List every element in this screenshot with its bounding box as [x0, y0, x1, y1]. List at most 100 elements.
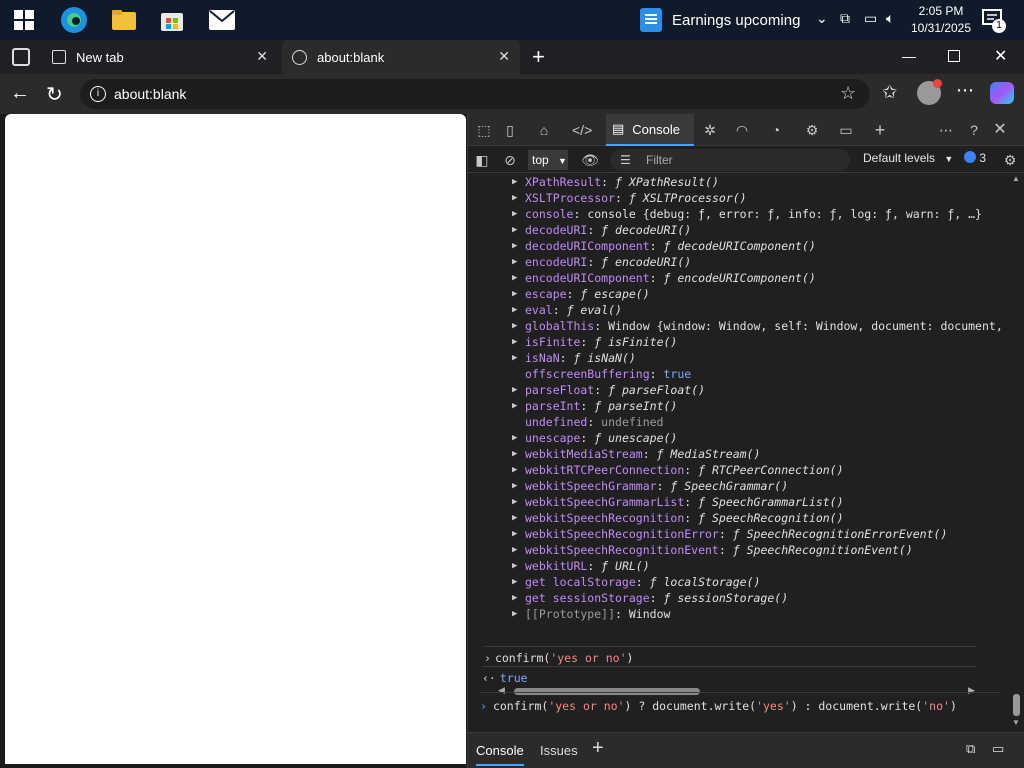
log-sep: : [642, 447, 657, 461]
inspect-element-icon[interactable]: ⬚ [474, 120, 494, 140]
sources-bug-icon[interactable]: ✲ [700, 120, 720, 140]
close-devtools-icon[interactable]: ✕ [990, 120, 1010, 140]
expand-triangle-icon[interactable]: ▶ [512, 318, 517, 334]
expand-triangle-icon[interactable]: ▶ [512, 350, 517, 366]
expand-triangle-icon[interactable]: ▶ [512, 174, 517, 190]
tab-console[interactable]: ▤ Console [606, 114, 694, 146]
chevron-up-icon[interactable]: ⌄ [816, 10, 828, 27]
log-sep: : [594, 383, 609, 397]
notification-icon[interactable]: 1 [982, 9, 1006, 33]
expand-triangle-icon[interactable]: ▶ [512, 590, 517, 606]
expand-triangle-icon[interactable]: ▶ [512, 286, 517, 302]
expand-triangle-icon[interactable]: ▶ [512, 478, 517, 494]
mail-icon[interactable] [206, 4, 238, 36]
expand-triangle-icon[interactable]: ▶ [512, 462, 517, 478]
tab-new-tab[interactable]: New tab ✕ [42, 40, 278, 74]
favorite-star-icon[interactable]: ☆ [840, 83, 856, 104]
log-key: webkitMediaStream [525, 447, 643, 461]
log-property-text: escape: ƒ escape() [525, 286, 650, 302]
issues-counter[interactable]: 3 [964, 151, 986, 165]
clock[interactable]: 2:05 PM 10/31/2025 [908, 3, 974, 37]
expand-triangle-icon[interactable]: ▶ [512, 526, 517, 542]
expand-triangle-icon[interactable]: ▶ [512, 398, 517, 414]
drawer-tab-console[interactable]: Console [476, 743, 524, 766]
new-tab-plus-icon[interactable]: + [532, 44, 545, 70]
context-select[interactable]: top ▼ [528, 150, 568, 170]
close-window-icon[interactable]: ✕ [994, 46, 1007, 66]
expand-triangle-icon[interactable]: ▶ [512, 334, 517, 350]
console-settings-gear-icon[interactable]: ⚙ [1000, 150, 1020, 170]
log-property-text: webkitSpeechGrammarList: ƒ SpeechGrammar… [525, 494, 844, 510]
memory-gear-icon[interactable]: ⚙ [802, 120, 822, 140]
devtools-more-icon[interactable]: ⋯ [936, 120, 956, 140]
log-key: isNaN [525, 351, 560, 365]
live-expression-eye-icon[interactable]: 👁︎ [580, 150, 600, 170]
close-tab-icon[interactable]: ✕ [256, 48, 268, 65]
vertical-scroll-thumb[interactable] [1013, 694, 1020, 716]
vertical-scrollbar[interactable]: ▲ ▼ [1008, 174, 1024, 729]
store-icon[interactable] [156, 4, 188, 36]
sidebar-toggle-icon[interactable]: ◧ [472, 150, 492, 170]
clear-console-icon[interactable]: ⊘ [500, 150, 520, 170]
expand-triangle-icon[interactable]: ▶ [512, 542, 517, 558]
log-levels-dropdown[interactable]: Default levels ▼ [863, 151, 953, 165]
more-menu-icon[interactable]: ⋯ [956, 80, 975, 101]
news-widget[interactable]: Earnings upcoming [640, 4, 800, 36]
help-icon[interactable]: ? [964, 120, 984, 140]
scroll-down-icon[interactable]: ▼ [1012, 718, 1020, 727]
profile-avatar[interactable] [917, 79, 942, 105]
expand-triangle-icon[interactable]: ▶ [512, 510, 517, 526]
expand-triangle-icon[interactable]: ▶ [512, 494, 517, 510]
input-chevron-icon: › [484, 651, 491, 665]
log-key: get localStorage [525, 575, 636, 589]
page-viewport[interactable] [5, 114, 466, 764]
log-property-text: webkitSpeechRecognitionEvent: ƒ SpeechRe… [525, 542, 913, 558]
address-bar[interactable]: i about:blank ☆ [80, 79, 870, 109]
expand-triangle-icon[interactable]: ▶ [512, 382, 517, 398]
expand-triangle-icon[interactable]: ▶ [512, 206, 517, 222]
expand-triangle-icon[interactable]: ▶ [512, 238, 517, 254]
performance-icon[interactable]: ◔ [766, 120, 786, 140]
windows-start-icon[interactable] [8, 4, 40, 36]
scroll-up-icon[interactable]: ▲ [1012, 174, 1020, 183]
expand-triangle-icon[interactable]: ▶ [512, 606, 517, 622]
minimize-icon[interactable]: — [902, 48, 916, 64]
application-icon[interactable]: ▭ [836, 120, 856, 140]
expand-triangle-icon[interactable]: ▶ [512, 574, 517, 590]
console-prompt-input[interactable]: › confirm('yes or no') ? document.write('… [480, 692, 1000, 714]
close-tab-icon[interactable]: ✕ [498, 48, 510, 65]
restore-icon[interactable] [948, 50, 960, 62]
expand-triangle-icon[interactable]: ▶ [512, 302, 517, 318]
tab-about-blank[interactable]: about:blank ✕ [282, 40, 520, 74]
refresh-icon[interactable]: ↻ [46, 82, 63, 107]
info-icon[interactable]: i [90, 86, 106, 102]
back-arrow-icon[interactable]: ← [10, 82, 30, 105]
expand-triangle-icon[interactable]: ▶ [512, 270, 517, 286]
edge-browser-icon[interactable] [58, 4, 90, 36]
dock-drawer-icon[interactable]: ⧉ [966, 741, 975, 757]
welcome-home-icon[interactable]: ⌂ [534, 120, 554, 140]
favorites-icon[interactable]: ✩ [882, 82, 897, 103]
meet-now-icon[interactable]: ⧉ [840, 10, 850, 27]
filter-input[interactable]: ☰ Filter [610, 149, 850, 171]
tab-actions-icon[interactable] [12, 48, 30, 66]
console-log-output[interactable]: ▶ XPathResult: ƒ XPathResult() ▶ XSLTProces… [468, 174, 1008, 642]
device-emulation-icon[interactable]: ▯ [500, 120, 520, 140]
more-tools-plus-icon[interactable]: + [870, 120, 890, 140]
copilot-icon[interactable] [990, 82, 1014, 104]
file-explorer-icon[interactable] [108, 4, 140, 36]
network-wifi-icon[interactable]: ◠ [732, 120, 752, 140]
expand-triangle-icon[interactable]: ▶ [512, 254, 517, 270]
expand-triangle-icon[interactable]: ▶ [512, 446, 517, 462]
expand-triangle-icon[interactable]: ▶ [512, 430, 517, 446]
expand-triangle-icon[interactable]: ▶ [512, 222, 517, 238]
expand-triangle-icon[interactable]: ▶ [512, 190, 517, 206]
volume-muted-icon[interactable]: 🔈︎ [886, 10, 894, 27]
expand-triangle-icon[interactable]: ▶ [512, 558, 517, 574]
log-key: offscreenBuffering [525, 367, 650, 381]
close-drawer-icon[interactable]: ▭ [992, 741, 1004, 757]
drawer-tab-issues[interactable]: Issues [540, 743, 578, 758]
elements-icon[interactable]: </> [572, 120, 592, 140]
network-icon[interactable]: ▭ [864, 10, 877, 27]
drawer-add-tab-icon[interactable]: + [592, 737, 604, 760]
